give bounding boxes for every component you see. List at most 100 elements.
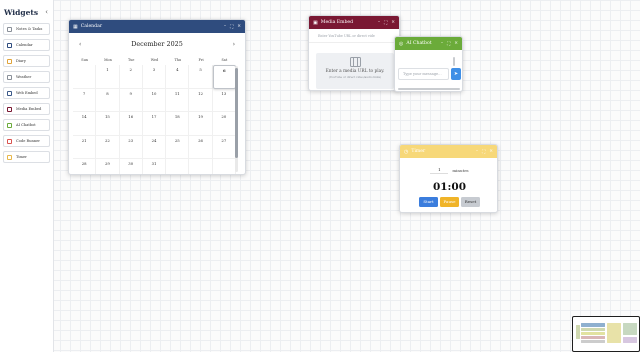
calendar-day-number: 29 — [105, 161, 110, 166]
sidebar-item-web-embed[interactable]: Web Embed — [3, 87, 50, 99]
calendar-day-number: 30 — [128, 161, 134, 166]
sidebar-item-media-embed[interactable]: Media Embed — [3, 103, 50, 115]
sidebar-item-code-runner[interactable]: Code Runner — [3, 135, 50, 147]
calendar-day[interactable]: 11 — [166, 88, 190, 112]
close-icon[interactable]: × — [391, 20, 395, 26]
calendar-day[interactable]: 23 — [119, 135, 143, 159]
sidebar-item-calendar[interactable]: Calendar — [3, 39, 50, 51]
maximize-icon[interactable]: ⛶ — [384, 20, 387, 26]
chat-message-input[interactable]: Type your message... — [398, 68, 449, 80]
calendar-day[interactable]: 14 — [73, 112, 97, 136]
calendar-window: ▦ Calendar – ⛶ × ‹ December 2025 › Sun Mo… — [68, 19, 246, 175]
calendar-title: Calendar — [80, 24, 103, 29]
calendar-day[interactable]: 6 — [212, 65, 236, 89]
calendar-day[interactable]: 12 — [189, 88, 213, 112]
calendar-day-number: 2 — [129, 67, 132, 72]
sidebar-item-label: Calendar — [16, 43, 33, 47]
media-embed-window: ▣ Media Embed – ⛶ × Enter YouTube URL or… — [308, 15, 400, 91]
maximize-icon[interactable]: ⛶ — [230, 24, 233, 30]
chat-horizontal-scrollbar[interactable] — [398, 88, 460, 90]
calendar-day[interactable]: 15 — [96, 112, 120, 136]
calendar-day[interactable]: 16 — [119, 112, 143, 136]
calendar-day[interactable]: 28 — [73, 159, 97, 174]
scrollbar-thumb[interactable] — [235, 68, 238, 158]
minimize-icon[interactable]: – — [476, 149, 478, 155]
chat-title: AI Chatbot — [406, 41, 432, 46]
calendar-day[interactable]: 4 — [166, 65, 190, 89]
calendar-day[interactable]: 5 — [189, 65, 213, 89]
send-icon[interactable]: ➤ — [451, 68, 461, 80]
calendar-day[interactable]: 2 — [119, 65, 143, 89]
sidebar-item-label: Diary — [16, 59, 26, 63]
calendar-day[interactable]: 19 — [189, 112, 213, 136]
minimap-block — [581, 340, 605, 343]
chat-titlebar[interactable]: ◎ AI Chatbot – ⛶ × — [395, 37, 462, 50]
timer-titlebar[interactable]: ◷ Timer – ⛶ × — [400, 145, 497, 158]
calendar-day[interactable]: 18 — [166, 112, 190, 136]
calendar-titlebar[interactable]: ▦ Calendar – ⛶ × — [69, 20, 245, 33]
calendar-day-number: 26 — [198, 137, 203, 143]
sidebar-item-weather[interactable]: Weather — [3, 71, 50, 83]
sidebar-item-notes-tasks[interactable]: Notes & Tasks — [3, 23, 50, 35]
calendar-day[interactable]: 20 — [212, 112, 236, 136]
close-icon[interactable]: × — [489, 149, 493, 155]
pause-button[interactable]: Pause — [440, 197, 459, 207]
chevron-left-icon[interactable]: ‹ — [79, 41, 81, 48]
weekday-label: Thu — [174, 58, 182, 62]
calendar-day[interactable]: 31 — [143, 159, 167, 174]
calendar-day-number: 25 — [174, 137, 180, 143]
calendar-day-number: 7 — [82, 90, 86, 96]
weekday-label: Tue — [127, 58, 135, 62]
close-icon[interactable]: × — [237, 24, 241, 30]
calendar-day-number: 21 — [81, 137, 87, 143]
media-url-input[interactable]: Enter YouTube URL or direct vide — [309, 29, 399, 43]
maximize-icon[interactable]: ⛶ — [482, 149, 485, 155]
calendar-day[interactable]: 30 — [120, 159, 143, 174]
close-icon[interactable]: × — [454, 41, 458, 47]
maximize-icon[interactable]: ⛶ — [447, 41, 450, 47]
calendar-day-number: 24 — [151, 137, 157, 143]
media-titlebar[interactable]: ▣ Media Embed – ⛶ × — [309, 16, 399, 29]
calendar-day[interactable]: 25 — [166, 135, 190, 159]
notes-icon — [7, 26, 12, 32]
calendar-day[interactable]: 7 — [73, 88, 97, 112]
reset-button[interactable]: Reset — [461, 197, 480, 207]
chat-messages — [398, 55, 460, 65]
start-button[interactable]: Start — [419, 197, 438, 207]
weekday-label: Wed — [150, 58, 159, 62]
calendar-day[interactable]: 24 — [142, 135, 167, 159]
sidebar-item-ai-chatbot[interactable]: AI Chatbot — [3, 119, 50, 131]
timer-display: 01:00 — [432, 181, 467, 193]
calendar-day[interactable]: 29 — [96, 159, 120, 174]
sidebar-title: Widgets — [4, 7, 39, 17]
minimize-icon[interactable]: – — [378, 20, 380, 26]
calendar-day[interactable]: 1 — [96, 65, 120, 89]
sidebar-item-timer[interactable]: Timer — [3, 151, 50, 163]
calendar-day[interactable]: 26 — [189, 135, 213, 159]
calendar-day[interactable]: 21 — [73, 135, 97, 159]
sidebar-item-diary[interactable]: Diary — [3, 55, 50, 67]
calendar-day[interactable]: 13 — [212, 88, 236, 112]
chat-scrollbar[interactable] — [453, 57, 455, 66]
minutes-input[interactable]: 1 — [430, 167, 449, 174]
calendar-day[interactable]: 9 — [119, 88, 143, 112]
chevron-left-icon[interactable]: ‹ — [45, 8, 48, 16]
calendar-day[interactable]: 8 — [96, 88, 120, 112]
calendar-day-number: 4 — [176, 67, 179, 72]
calendar-day[interactable]: 10 — [142, 88, 167, 112]
calendar-day[interactable]: 27 — [212, 135, 236, 159]
calendar-day[interactable]: 3 — [142, 65, 167, 89]
calendar-day-number: 6 — [223, 68, 226, 73]
timer-title: Timer — [411, 149, 426, 154]
timer-controls: Start Pause Reset — [400, 197, 497, 207]
minimap-block — [623, 323, 637, 335]
calendar-day[interactable]: 22 — [96, 135, 120, 159]
calendar-scrollbar[interactable] — [235, 66, 238, 172]
calendar-day[interactable]: 17 — [142, 112, 167, 136]
chevron-right-icon[interactable]: › — [233, 41, 235, 48]
minimize-icon[interactable]: – — [441, 41, 443, 47]
minimize-icon[interactable]: – — [224, 24, 226, 30]
canvas-minimap[interactable] — [572, 316, 640, 352]
weekday-label: Fri — [198, 58, 204, 62]
timer-icon: ◷ — [404, 148, 409, 155]
